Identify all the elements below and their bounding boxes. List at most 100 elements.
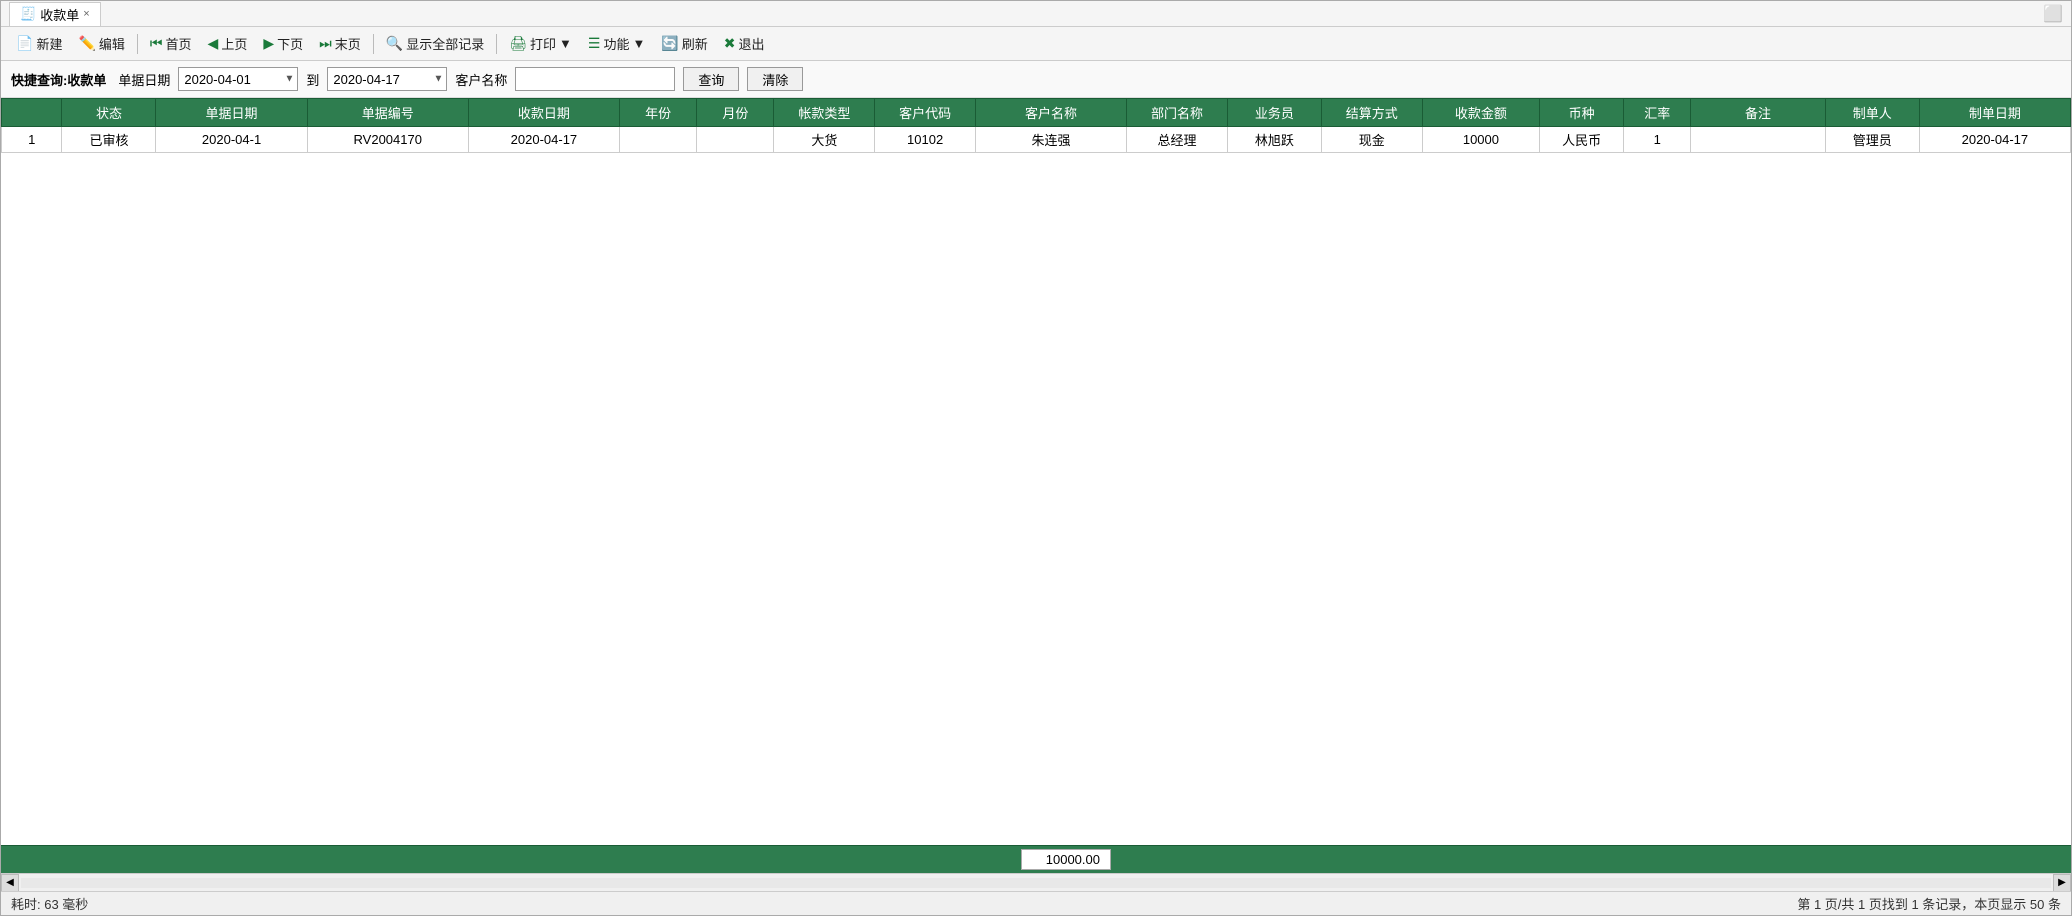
edit-icon: ✏️	[78, 35, 95, 52]
status-bar: 耗时: 63 毫秒 第 1 页/共 1 页找到 1 条记录，本页显示 50 条	[1, 891, 2071, 915]
col-header-month: 月份	[697, 99, 774, 127]
customer-label: 客户名称	[455, 70, 507, 89]
date-from-wrapper: 2020-04-01 ▼	[178, 67, 298, 91]
col-header-name: 客户名称	[975, 99, 1126, 127]
table-header-row: 状态 单据日期 单据编号 收款日期 年份 月份 帐款类型 客户代码 客户名称 部…	[2, 99, 2071, 127]
cell-row0-col8: 10102	[875, 127, 976, 153]
tab-label: 收款单	[40, 5, 79, 24]
title-bar: 🧾 收款单 × ⬜	[1, 1, 2071, 27]
cell-row0-col14: 人民币	[1540, 127, 1624, 153]
main-window: 🧾 收款单 × ⬜ 📄 新建 ✏️ 编辑 ⏮ 首页 ◀ 上页 ▶ 下页	[0, 0, 2072, 916]
cell-row0-col0: 1	[2, 127, 62, 153]
col-header-maker: 制单人	[1825, 99, 1919, 127]
function-button[interactable]: ☰ 功能 ▼	[581, 31, 652, 56]
cell-row0-col10: 总经理	[1127, 127, 1228, 153]
col-header-dept: 部门名称	[1127, 99, 1228, 127]
cell-row0-col13: 10000	[1422, 127, 1540, 153]
refresh-button[interactable]: 🔄 刷新	[654, 31, 714, 56]
cell-row0-col1: 已审核	[62, 127, 156, 153]
query-button[interactable]: 查询	[683, 67, 739, 91]
next-icon: ▶	[263, 35, 274, 52]
cell-row0-col5	[619, 127, 696, 153]
print-dropdown-icon: ▼	[559, 36, 572, 51]
col-header-settle: 结算方式	[1321, 99, 1422, 127]
cell-row0-col15: 1	[1624, 127, 1691, 153]
tab-icon: 🧾	[20, 6, 36, 22]
cell-row0-col4: 2020-04-17	[468, 127, 619, 153]
cell-row0-col6	[697, 127, 774, 153]
data-table-area: 状态 单据日期 单据编号 收款日期 年份 月份 帐款类型 客户代码 客户名称 部…	[1, 98, 2071, 845]
prev-page-button[interactable]: ◀ 上页	[201, 31, 255, 56]
col-header-seq	[2, 99, 62, 127]
date-to-select[interactable]: 2020-04-17	[327, 67, 447, 91]
sep1	[137, 34, 138, 54]
print-button[interactable]: 🖨 打印 ▼	[502, 31, 579, 56]
prev-icon: ◀	[208, 35, 219, 52]
summary-bar: 10000.00	[1, 845, 2071, 873]
cell-row0-col12: 现金	[1321, 127, 1422, 153]
tab-close-btn[interactable]: ×	[83, 8, 89, 20]
function-dropdown-icon: ▼	[632, 36, 645, 51]
last-page-button[interactable]: ⏭ 末页	[312, 31, 368, 56]
cell-row0-col2: 2020-04-1	[156, 127, 307, 153]
cell-row0-col9: 朱连强	[975, 127, 1126, 153]
print-icon: 🖨	[509, 35, 527, 52]
first-icon: ⏮	[150, 35, 163, 52]
sep2	[373, 34, 374, 54]
cell-row0-col18: 2020-04-17	[1919, 127, 2070, 153]
page-info: 第 1 页/共 1 页找到 1 条记录，本页显示 50 条	[1797, 894, 2061, 913]
first-page-button[interactable]: ⏮ 首页	[143, 31, 199, 56]
customer-input[interactable]	[515, 67, 675, 91]
table-row[interactable]: 1已审核2020-04-1RV20041702020-04-17大货10102朱…	[2, 127, 2071, 153]
sep3	[496, 34, 497, 54]
col-header-currency: 币种	[1540, 99, 1624, 127]
col-header-code: 客户代码	[875, 99, 976, 127]
show-all-icon: 🔍	[386, 35, 403, 52]
col-header-status: 状态	[62, 99, 156, 127]
col-header-make-date: 制单日期	[1919, 99, 2070, 127]
function-icon: ☰	[588, 35, 601, 52]
new-button[interactable]: 📄 新建	[9, 31, 69, 56]
cell-row0-col16	[1691, 127, 1825, 153]
next-page-button[interactable]: ▶ 下页	[256, 31, 310, 56]
tab-receipts[interactable]: 🧾 收款单 ×	[9, 2, 101, 26]
hscroll-bar: ◀ ▶	[1, 873, 2071, 891]
date-label: 单据日期	[118, 70, 170, 89]
col-header-staff: 业务员	[1227, 99, 1321, 127]
date-to-wrapper: 2020-04-17 ▼	[327, 67, 447, 91]
cell-row0-col7: 大货	[774, 127, 875, 153]
cell-row0-col11: 林旭跃	[1227, 127, 1321, 153]
edit-button[interactable]: ✏️ 编辑	[71, 31, 131, 56]
time-label: 耗时: 63 毫秒	[11, 894, 88, 913]
col-header-rate: 汇率	[1624, 99, 1691, 127]
maximize-btn[interactable]: ⬜	[2043, 4, 2063, 24]
last-icon: ⏭	[319, 35, 332, 52]
search-bar-title: 快捷查询:收款单	[11, 70, 106, 89]
col-header-amount: 收款金额	[1422, 99, 1540, 127]
col-header-remark: 备注	[1691, 99, 1825, 127]
refresh-icon: 🔄	[661, 35, 678, 52]
cell-row0-col17: 管理员	[1825, 127, 1919, 153]
col-header-recv-date: 收款日期	[468, 99, 619, 127]
cell-row0-col3: RV2004170	[307, 127, 468, 153]
hscroll-right-btn[interactable]: ▶	[2053, 874, 2071, 892]
toolbar: 📄 新建 ✏️ 编辑 ⏮ 首页 ◀ 上页 ▶ 下页 ⏭ 末页 🔍 显示全部记录	[1, 27, 2071, 61]
hscroll-track[interactable]	[21, 878, 2051, 888]
data-table: 状态 单据日期 单据编号 收款日期 年份 月份 帐款类型 客户代码 客户名称 部…	[1, 98, 2071, 153]
exit-button[interactable]: ✖ 退出	[717, 31, 772, 56]
hscroll-left-btn[interactable]: ◀	[1, 874, 19, 892]
exit-icon: ✖	[724, 35, 736, 52]
show-all-button[interactable]: 🔍 显示全部记录	[379, 31, 491, 56]
date-from-select[interactable]: 2020-04-01	[178, 67, 298, 91]
tab-strip: 🧾 收款单 ×	[9, 2, 101, 26]
clear-button[interactable]: 清除	[747, 67, 803, 91]
search-bar: 快捷查询:收款单 单据日期 2020-04-01 ▼ 到 2020-04-17 …	[1, 61, 2071, 98]
total-amount-display: 10000.00	[1021, 849, 1111, 870]
date-to-label: 到	[306, 70, 319, 89]
table-body: 1已审核2020-04-1RV20041702020-04-17大货10102朱…	[2, 127, 2071, 153]
col-header-num: 单据编号	[307, 99, 468, 127]
col-header-year: 年份	[619, 99, 696, 127]
new-icon: 📄	[16, 35, 33, 52]
col-header-acct: 帐款类型	[774, 99, 875, 127]
col-header-date: 单据日期	[156, 99, 307, 127]
